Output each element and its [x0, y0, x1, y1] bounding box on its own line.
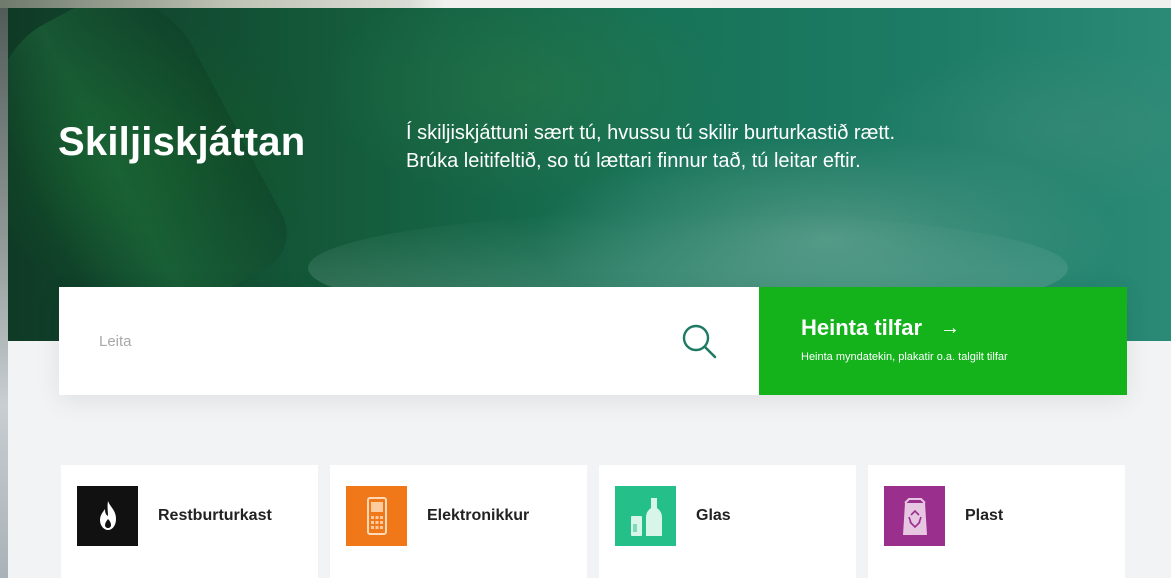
category-label: Elektronikkur	[427, 506, 530, 524]
category-label: Glas	[696, 506, 731, 524]
page: Skiljiskjáttan Í skiljiskjáttuni sært tú…	[8, 8, 1171, 578]
download-material-subtitle: Heinta myndatekin, plakatir o.a. talgilt…	[801, 351, 1008, 363]
category-card-glas[interactable]: Glas	[599, 465, 856, 578]
category-card-elektronikkur[interactable]: Elektronikkur	[330, 465, 587, 578]
hero-description-line-1: Í skiljiskjáttuni sært tú, hvussu tú ski…	[406, 122, 896, 144]
category-card-restburturkast[interactable]: Restburturkast	[61, 465, 318, 578]
search-bar: Heinta tilfar → Heinta myndatekin, plaka…	[59, 287, 1127, 395]
page-backdrop-left	[0, 0, 8, 578]
bottles-icon	[615, 485, 676, 546]
hero-description: Í skiljiskjáttuni sært tú, hvussu tú ski…	[406, 119, 1086, 175]
category-label: Plast	[965, 506, 1004, 524]
page-title: Skiljiskjáttan	[58, 120, 306, 164]
category-card-plast[interactable]: Plast	[868, 465, 1125, 578]
search-input[interactable]	[99, 321, 659, 361]
search-icon[interactable]	[679, 321, 719, 361]
search-box	[59, 287, 759, 395]
plastic-bag-icon	[884, 485, 945, 546]
category-list: Restburturkast Elektronikkur Glas Plast	[61, 465, 1127, 578]
hero-description-line-2: Brúka leitifeltið, so tú læ­ttari finnur…	[406, 150, 861, 172]
arrow-right-icon: →	[940, 316, 961, 339]
page-backdrop-top	[0, 0, 1171, 8]
phone-icon	[346, 485, 407, 546]
download-material-button[interactable]: Heinta tilfar → Heinta myndatekin, plaka…	[759, 287, 1127, 395]
flame-icon	[77, 485, 138, 546]
category-label: Restburturkast	[158, 506, 272, 524]
download-material-title: Heinta tilfar	[801, 315, 923, 340]
